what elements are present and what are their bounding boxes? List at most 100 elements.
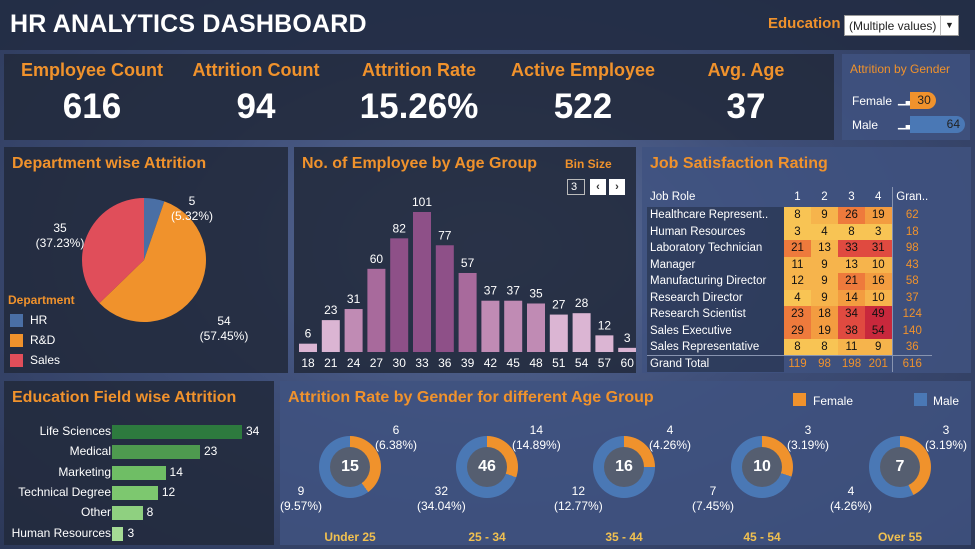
rating-cell[interactable]: 49 xyxy=(865,306,892,323)
table-row[interactable]: Sales Representative 8 8 11 9 36 xyxy=(647,339,932,356)
kpi-avg-age: Avg. Age 37 xyxy=(684,54,808,127)
rating-cell[interactable]: 21 xyxy=(784,240,811,257)
table-row[interactable]: Laboratory Technician 21 13 33 31 98 xyxy=(647,240,932,257)
gender-label: Male xyxy=(852,118,879,132)
legend-item-sales[interactable]: Sales xyxy=(10,353,90,369)
rating-cell[interactable]: 23 xyxy=(784,306,811,323)
grand-total-cell: 98 xyxy=(891,240,932,257)
bar-54[interactable] xyxy=(572,313,591,352)
rating-cell[interactable]: 12 xyxy=(784,273,811,290)
bar-45[interactable] xyxy=(504,300,523,352)
bar-51[interactable] xyxy=(549,314,568,352)
bar-18[interactable] xyxy=(299,343,317,352)
legend-item-hr[interactable]: HR xyxy=(10,313,90,329)
bar-24[interactable] xyxy=(344,309,363,352)
rating-cell[interactable]: 3 xyxy=(865,223,892,240)
kpi-panel: Employee Count 616 Attrition Count 94 At… xyxy=(4,54,834,140)
male-count-label: 9 (9.57%) xyxy=(280,484,322,514)
bar-60[interactable] xyxy=(618,347,636,352)
rating-cell[interactable]: 3 xyxy=(784,223,811,240)
table-row[interactable]: Manufacturing Director 12 9 21 16 58 xyxy=(647,273,932,290)
slice-count-label: 5 xyxy=(189,194,196,208)
rating-cell[interactable]: 19 xyxy=(865,207,892,224)
rating-cell[interactable]: 8 xyxy=(784,339,811,356)
rating-cell[interactable]: 4 xyxy=(784,289,811,306)
rating-cell[interactable]: 8 xyxy=(784,207,811,224)
rating-cell[interactable]: 19 xyxy=(811,322,838,339)
age-group-bar-chart[interactable]: 6 18 23 21 31 24 60 27 82 30 101 33 77 36 57 39 37 42 37 45… xyxy=(294,147,636,373)
rating-cell[interactable]: 10 xyxy=(865,289,892,306)
education-filter-dropdown[interactable]: (Multiple values) ▼ xyxy=(844,15,959,36)
rating-cell[interactable]: 38 xyxy=(838,322,865,339)
table-row[interactable]: Human Resources 3 4 8 3 18 xyxy=(647,223,932,240)
x-tick-label: 33 xyxy=(415,356,429,370)
education-field-value: 14 xyxy=(169,464,183,479)
education-field-bar[interactable] xyxy=(112,465,166,480)
rating-cell[interactable]: 10 xyxy=(865,256,892,273)
rating-cell[interactable]: 9 xyxy=(811,273,838,290)
rating-cell[interactable]: 29 xyxy=(784,322,811,339)
rating-cell[interactable]: 14 xyxy=(838,289,865,306)
donut-total: 16 xyxy=(604,447,644,487)
table-row[interactable]: Healthcare Represent.. 8 9 26 19 62 xyxy=(647,207,932,224)
rating-cell[interactable]: 18 xyxy=(811,306,838,323)
rating-cell[interactable]: 34 xyxy=(838,306,865,323)
bar-value-label: 27 xyxy=(552,298,566,312)
education-field-bar[interactable] xyxy=(112,526,124,541)
slice-pct-label: (37.23%) xyxy=(36,236,85,250)
table-row[interactable]: Sales Executive 29 19 38 54 140 xyxy=(647,322,932,339)
rating-cell[interactable]: 33 xyxy=(838,240,865,257)
count: 7 xyxy=(709,484,717,498)
bar-33[interactable] xyxy=(413,212,431,352)
education-field-bar[interactable] xyxy=(112,506,143,521)
bar-value-label: 28 xyxy=(575,296,589,310)
rating-cell[interactable]: 9 xyxy=(811,289,838,306)
rating-cell[interactable]: 13 xyxy=(811,240,838,257)
table-row[interactable]: Research Director 4 9 14 10 37 xyxy=(647,289,932,306)
bar-value-label: 12 xyxy=(598,318,612,332)
bar-42[interactable] xyxy=(481,300,500,352)
rating-cell[interactable]: 4 xyxy=(811,223,838,240)
rating-cell[interactable]: 16 xyxy=(865,273,892,290)
rating-cell[interactable]: 8 xyxy=(838,223,865,240)
education-field-bar[interactable] xyxy=(112,425,242,439)
donut-over55[interactable]: 7 xyxy=(869,436,931,498)
rating-cell[interactable]: 11 xyxy=(784,256,811,273)
donut-under25[interactable]: 15 xyxy=(319,436,381,498)
rating-cell[interactable]: 31 xyxy=(865,240,892,257)
bar-36[interactable] xyxy=(435,245,454,352)
rating-cell[interactable]: 9 xyxy=(865,339,892,356)
donut-4554[interactable]: 10 xyxy=(731,436,793,498)
rating-cell[interactable]: 8 xyxy=(811,339,838,356)
rating-cell[interactable]: 26 xyxy=(838,207,865,224)
education-field-bar[interactable] xyxy=(112,485,158,500)
chevron-down-icon[interactable]: ▼ xyxy=(940,16,958,35)
count: 4 xyxy=(666,423,674,437)
female-count-label: 14 (14.89%) xyxy=(512,423,561,453)
legend-item-rd[interactable]: R&D xyxy=(10,333,90,349)
bar-30[interactable] xyxy=(390,238,409,352)
grand-total-cell: 58 xyxy=(891,273,932,290)
rating-cell[interactable]: 54 xyxy=(865,322,892,339)
rating-cell[interactable]: 13 xyxy=(838,256,865,273)
bar-21[interactable] xyxy=(321,320,340,352)
job-satisfaction-table: Job Role 1 2 3 4 Gran.. Healthcare Repre… xyxy=(647,187,932,372)
gender-row-female[interactable]: Female ▁▃▅ 30 xyxy=(852,92,962,111)
count: 3 xyxy=(942,423,950,437)
bar-48[interactable] xyxy=(527,303,545,352)
grand-total-cell: 36 xyxy=(891,339,932,356)
legend-male-swatch xyxy=(914,393,927,406)
rating-cell[interactable]: 9 xyxy=(811,256,838,273)
table-row[interactable]: Research Scientist 23 18 34 49 124 xyxy=(647,306,932,323)
bar-39[interactable] xyxy=(458,272,477,352)
education-filter-label: Education xyxy=(768,15,841,32)
pct: (3.19%) xyxy=(787,438,830,452)
rating-cell[interactable]: 11 xyxy=(838,339,865,356)
rating-cell[interactable]: 9 xyxy=(811,207,838,224)
table-row[interactable]: Manager 11 9 13 10 43 xyxy=(647,256,932,273)
gender-row-male[interactable]: Male ▁▃▅ 64 xyxy=(852,116,965,135)
education-field-bar[interactable] xyxy=(112,445,200,460)
rating-cell[interactable]: 21 xyxy=(838,273,865,290)
bar-57[interactable] xyxy=(595,335,614,352)
bar-27[interactable] xyxy=(367,268,386,352)
